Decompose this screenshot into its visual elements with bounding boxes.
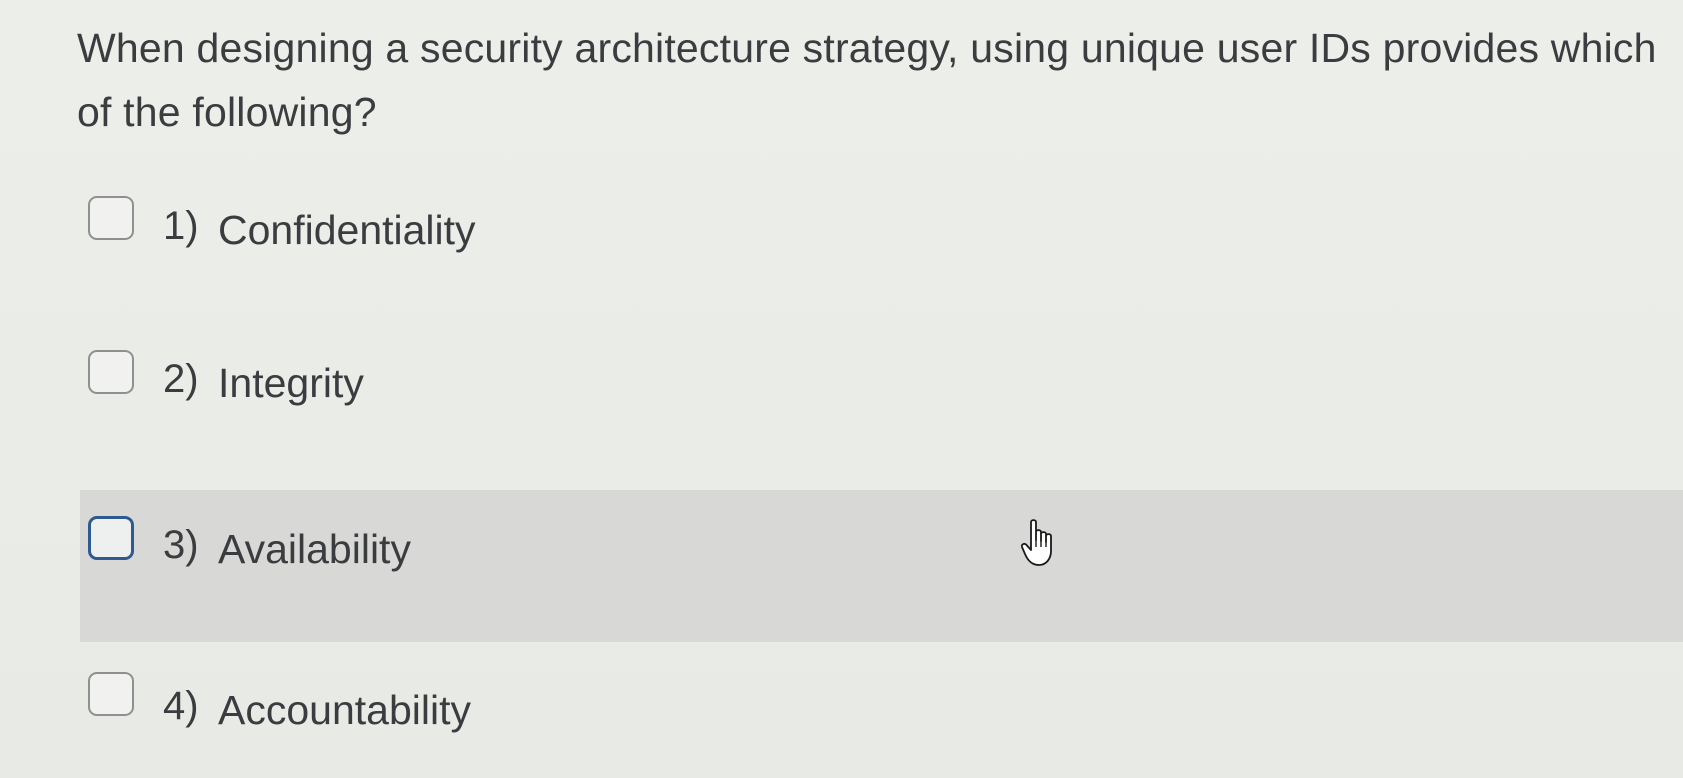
option-4[interactable]: 4) Accountability (80, 650, 1683, 770)
option-2[interactable]: 2) Integrity (80, 334, 1683, 484)
checkbox-option-3[interactable] (88, 516, 134, 560)
option-3-number: 3) (163, 523, 199, 567)
option-3-label: Availability (218, 526, 411, 572)
option-4-label: Accountability (218, 687, 471, 733)
option-2-label: Integrity (218, 360, 364, 406)
option-1[interactable]: 1) Confidentiality (80, 180, 1683, 330)
option-4-number: 4) (163, 684, 199, 728)
checkbox-option-2[interactable] (88, 350, 134, 394)
option-1-label: Confidentiality (218, 207, 476, 253)
hand-pointer-icon (1020, 519, 1052, 566)
option-2-number: 2) (163, 357, 199, 401)
checkbox-option-1[interactable] (88, 196, 134, 240)
question-text: When designing a security architecture s… (77, 25, 1657, 135)
option-3[interactable]: 3) Availability (80, 490, 1683, 642)
checkbox-option-4[interactable] (88, 672, 134, 716)
option-1-number: 1) (163, 204, 199, 248)
quiz-page: When designing a security architecture s… (0, 0, 1683, 778)
